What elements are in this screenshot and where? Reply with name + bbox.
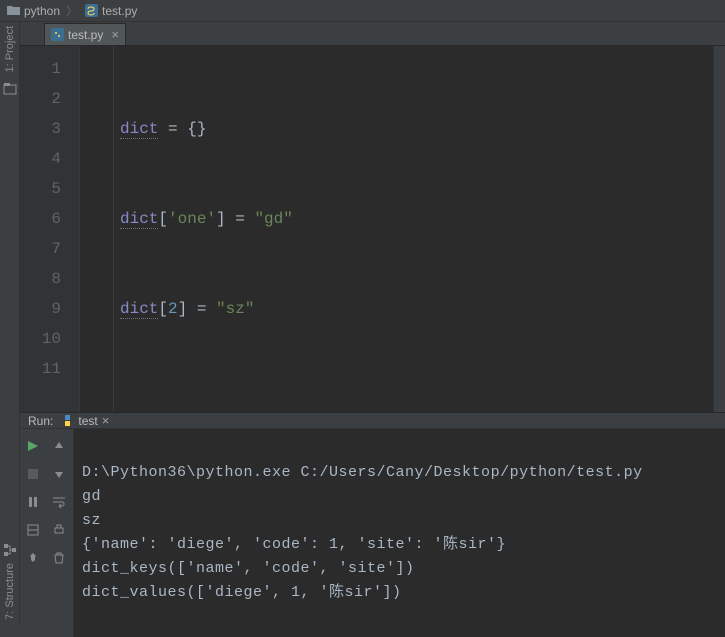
- trash-button[interactable]: [50, 549, 68, 567]
- line-number: 4: [20, 144, 61, 174]
- run-output[interactable]: D:\Python36\python.exe C:/Users/Cany/Des…: [74, 429, 725, 637]
- structure-tool-tab[interactable]: 7: Structure: [4, 563, 16, 620]
- editor-tab-bar: test.py ×: [20, 22, 725, 46]
- line-number: 2: [20, 84, 61, 114]
- editor-indent-guide: [80, 46, 114, 412]
- editor-gutter: 1 2 3 4 5 6 7 8 9 10 11: [20, 46, 80, 412]
- soft-wrap-button[interactable]: [50, 493, 68, 511]
- line-number: 3: [20, 114, 61, 144]
- run-config-label: test: [78, 414, 97, 428]
- python-file-icon: [84, 4, 98, 18]
- breadcrumb-file[interactable]: test.py: [102, 4, 137, 18]
- python-icon: [61, 414, 74, 427]
- editor[interactable]: 1 2 3 4 5 6 7 8 9 10 11 dict = {} dict['…: [20, 46, 725, 412]
- layout-button[interactable]: [24, 521, 42, 539]
- editor-tab[interactable]: test.py ×: [44, 23, 126, 45]
- breadcrumb: python 〉 test.py: [0, 0, 725, 22]
- project-icon: [3, 82, 17, 96]
- line-number: 11: [20, 354, 61, 384]
- tool-window-bar-left: 1: Project: [0, 22, 20, 412]
- output-line: gd: [82, 488, 101, 505]
- output-line: D:\Python36\python.exe C:/Users/Cany/Des…: [82, 464, 643, 481]
- tool-window-bar-bottom-left: 7: Structure: [0, 412, 20, 624]
- breadcrumb-folder[interactable]: python: [24, 4, 60, 18]
- rerun-button[interactable]: [24, 437, 42, 455]
- output-line: dict_keys(['name', 'code', 'site']): [82, 560, 415, 577]
- step-down-button[interactable]: [50, 465, 68, 483]
- run-config-tab[interactable]: test ×: [61, 413, 109, 428]
- line-number: 7: [20, 234, 61, 264]
- python-file-icon: [51, 28, 64, 41]
- close-run-tab-button[interactable]: ×: [102, 413, 110, 428]
- output-line: dict_values(['diege', 1, '陈sir']): [82, 584, 402, 601]
- output-line: {'name': 'diege', 'code': 1, 'site': '陈s…: [82, 536, 506, 553]
- run-tool-window: Run: test ×: [20, 412, 725, 624]
- run-label: Run:: [28, 414, 53, 428]
- step-up-button[interactable]: [50, 437, 68, 455]
- run-header: Run: test ×: [20, 413, 725, 429]
- line-number: 5: [20, 174, 61, 204]
- close-tab-button[interactable]: ×: [111, 28, 119, 41]
- structure-icon: [3, 543, 17, 557]
- line-number: 1: [20, 54, 61, 84]
- stop-button[interactable]: [24, 465, 42, 483]
- pause-button[interactable]: [24, 493, 42, 511]
- editor-scrollbar[interactable]: [713, 46, 725, 412]
- project-tool-tab[interactable]: 1: Project: [4, 26, 16, 72]
- folder-icon: [6, 4, 20, 18]
- line-number: 8: [20, 264, 61, 294]
- chevron-right-icon: 〉: [66, 2, 78, 19]
- line-number: 9: [20, 294, 61, 324]
- pin-button[interactable]: [24, 549, 42, 567]
- editor-code[interactable]: dict = {} dict['one'] = "gd" dict[2] = "…: [114, 46, 713, 412]
- output-line: sz: [82, 512, 101, 529]
- line-number: 10: [20, 324, 61, 354]
- editor-tab-label: test.py: [68, 28, 103, 42]
- line-number: 6: [20, 204, 61, 234]
- run-toolbar: [20, 429, 74, 637]
- print-button[interactable]: [50, 521, 68, 539]
